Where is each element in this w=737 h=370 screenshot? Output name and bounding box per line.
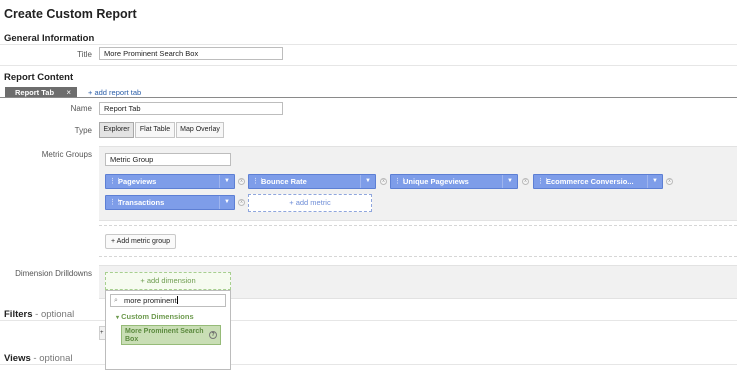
divider [0, 44, 737, 45]
remove-icon[interactable]: x [238, 199, 245, 206]
add-metric-button[interactable]: + add metric [248, 194, 372, 212]
chevron-down-icon[interactable]: ▼ [652, 175, 658, 188]
general-information-heading: General Information [4, 33, 95, 44]
filters-heading: Filters - optional [4, 309, 74, 320]
category-label: Custom Dimensions [121, 312, 194, 321]
dimension-search-input[interactable]: ⌕ more prominent [110, 294, 226, 307]
metric-chip-unique-pageviews[interactable]: ⋮⋮ Unique Pageviews ▼ [390, 174, 518, 189]
metric-chip-bounce-rate[interactable]: ⋮⋮ Bounce Rate ▼ [248, 174, 376, 189]
chevron-down-icon[interactable]: ▼ [365, 175, 371, 188]
remove-icon[interactable]: x [238, 178, 245, 185]
dimension-search-value: more prominent [124, 296, 177, 305]
metric-groups-label: Metric Groups [41, 150, 92, 159]
add-report-tab-link[interactable]: + add report tab [88, 88, 141, 97]
page-title: Create Custom Report [4, 7, 137, 21]
title-label: Title [77, 50, 92, 59]
filters-optional: - optional [32, 309, 75, 320]
metric-chip-label: Transactions [118, 198, 165, 207]
chevron-down-icon[interactable]: ▼ [224, 196, 230, 209]
name-input[interactable]: Report Tab [99, 102, 283, 115]
separator [219, 175, 220, 188]
dimension-picker-popup: ⌕ more prominent ▾ Custom Dimensions Mor… [105, 290, 231, 370]
report-content-heading: Report Content [4, 72, 74, 83]
views-heading: Views - optional [4, 353, 73, 364]
text-cursor [176, 296, 178, 304]
metric-chip-label: Bounce Rate [261, 177, 307, 186]
metric-chip-label: Unique Pageviews [403, 177, 469, 186]
triangle-down-icon: ▾ [116, 315, 120, 321]
search-icon: ⌕ [114, 297, 118, 304]
dimension-drilldowns-label: Dimension Drilldowns [15, 269, 92, 278]
category-header[interactable]: ▾ Custom Dimensions [116, 312, 194, 321]
metric-chip-label: Pageviews [118, 177, 157, 186]
chevron-down-icon[interactable]: ▼ [224, 175, 230, 188]
remove-icon[interactable]: x [666, 178, 673, 185]
remove-icon[interactable]: x [522, 178, 529, 185]
filters-heading-label: Filters [4, 309, 33, 320]
tab-bar-line [0, 97, 737, 98]
title-input[interactable]: More Prominent Search Box [99, 47, 283, 60]
separator [502, 175, 503, 188]
divider [0, 65, 737, 66]
separator [219, 196, 220, 209]
views-heading-label: Views [4, 353, 31, 364]
metric-chip-transactions[interactable]: ⋮⋮ Transactions ▼ [105, 195, 235, 210]
remove-icon[interactable]: x [380, 178, 387, 185]
metric-chip-ecommerce-conversion[interactable]: ⋮⋮ Ecommerce Conversio... ▼ [533, 174, 663, 189]
report-tab-label: Report Tab [15, 88, 55, 97]
dimension-option[interactable]: More Prominent Search Box ? [121, 325, 221, 345]
dimension-option-label: More Prominent Search Box [125, 328, 204, 343]
type-flat-table-button[interactable]: Flat Table [135, 122, 175, 138]
type-explorer-button[interactable]: Explorer [99, 122, 134, 138]
separator [360, 175, 361, 188]
add-metric-group-area [99, 225, 737, 257]
separator [647, 175, 648, 188]
add-dimension-button[interactable]: + add dimension [105, 272, 231, 290]
add-metric-group-button[interactable]: + Add metric group [105, 234, 176, 249]
info-icon[interactable]: ? [209, 331, 217, 339]
views-optional: - optional [30, 353, 73, 364]
metric-chip-label: Ecommerce Conversio... [546, 177, 634, 186]
type-map-overlay-button[interactable]: Map Overlay [176, 122, 224, 138]
metric-group-name-input[interactable]: Metric Group [105, 153, 231, 166]
chevron-down-icon[interactable]: ▼ [507, 175, 513, 188]
type-label: Type [74, 126, 92, 135]
name-label: Name [70, 104, 92, 113]
metric-chip-pageviews[interactable]: ⋮⋮ Pageviews ▼ [105, 174, 235, 189]
